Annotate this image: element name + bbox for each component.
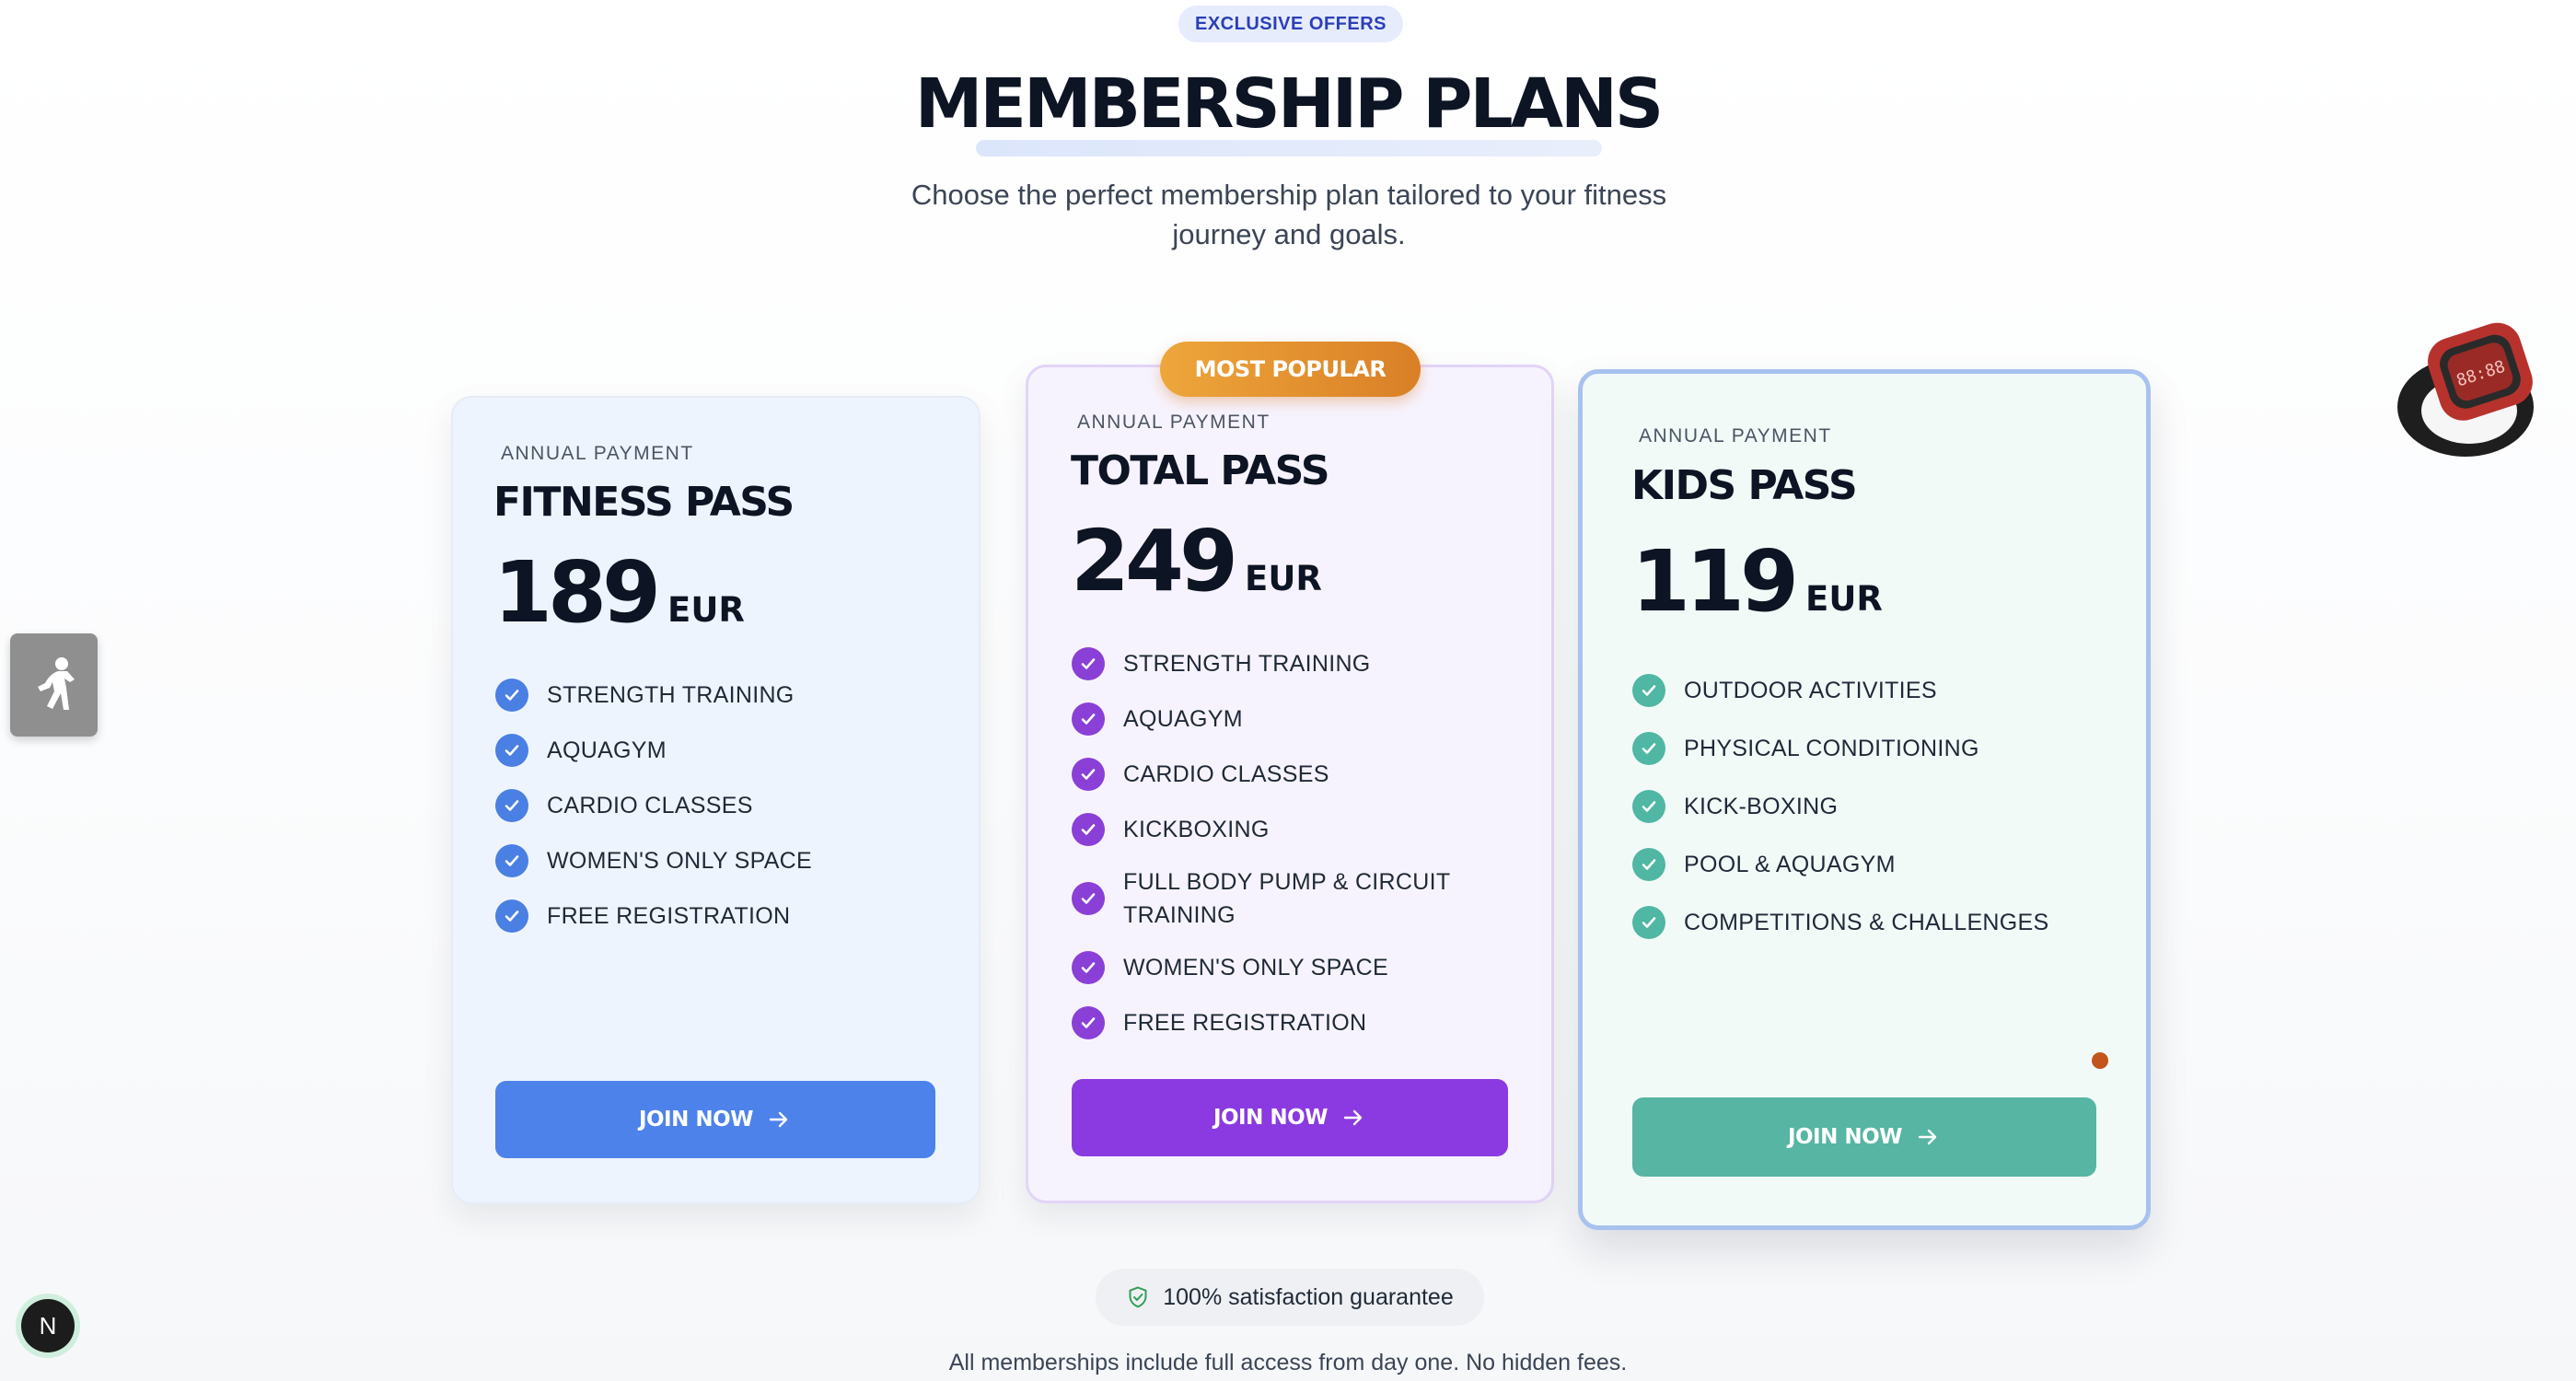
price-currency: EUR (1245, 559, 1322, 598)
feature-item: CARDIO CLASSES (1072, 747, 1495, 802)
join-now-label: JOIN NOW (1213, 1106, 1329, 1130)
plan-price: 119 EUR (1631, 532, 1883, 631)
feature-label: AQUAGYM (547, 737, 667, 763)
plan-kicker: ANNUAL PAYMENT (1077, 412, 1271, 433)
shield-check-icon (1129, 1286, 1147, 1308)
feature-label: KICKBOXING (1123, 817, 1270, 842)
feature-list: STRENGTH TRAINING AQUAGYM CARDIO CLASSES… (495, 667, 812, 944)
feature-item: POOL & AQUAGYM (1632, 835, 2048, 893)
feature-label: FREE REGISTRATION (547, 903, 791, 929)
feature-item: PHYSICAL CONDITIONING (1632, 719, 2048, 777)
check-icon (1632, 731, 1665, 765)
price-amount: 189 (493, 543, 661, 642)
guarantee-label: 100% satisfaction guarantee (1163, 1283, 1454, 1310)
join-now-button-total[interactable]: JOIN NOW (1072, 1079, 1508, 1156)
arrow-right-icon (1343, 1109, 1363, 1126)
feature-label: CARDIO CLASSES (1123, 761, 1329, 787)
membership-page: EXCLUSIVE OFFERS MEMBERSHIP PLANS Choose… (0, 0, 2576, 1381)
check-icon (1072, 813, 1105, 846)
check-icon (1072, 702, 1105, 736)
check-icon (1632, 847, 1665, 881)
check-icon (495, 844, 528, 877)
feature-item: COMPETITIONS & CHALLENGES (1632, 893, 2048, 951)
join-now-button-kids[interactable]: JOIN NOW (1632, 1097, 2096, 1177)
check-icon (495, 734, 528, 767)
check-icon (1072, 882, 1105, 915)
plan-kicker: ANNUAL PAYMENT (1639, 425, 1832, 447)
feature-label: FREE REGISTRATION (1123, 1010, 1367, 1036)
arrow-right-icon (1918, 1129, 1937, 1145)
dev-tools-badge[interactable]: N (21, 1299, 75, 1352)
feature-label: CARDIO CLASSES (547, 793, 753, 818)
feature-item: KICK-BOXING (1632, 777, 2048, 835)
join-now-label: JOIN NOW (1787, 1125, 1903, 1149)
price-currency: EUR (1805, 579, 1883, 619)
price-amount: 119 (1631, 532, 1799, 631)
footnote: All memberships include full access from… (948, 1350, 1628, 1375)
feature-item: STRENGTH TRAINING (1072, 636, 1495, 691)
feature-label: STRENGTH TRAINING (1123, 651, 1371, 677)
feature-label: FULL BODY PUMP & CIRCUIT TRAINING (1123, 869, 1450, 928)
check-icon (1632, 673, 1665, 707)
feature-item: CARDIO CLASSES (495, 778, 812, 833)
check-icon (495, 899, 528, 933)
feature-label: COMPETITIONS & CHALLENGES (1684, 909, 2049, 935)
check-icon (1072, 758, 1105, 791)
feature-item: FREE REGISTRATION (1072, 995, 1495, 1050)
check-icon (1632, 905, 1665, 939)
feature-item: WOMEN'S ONLY SPACE (1072, 940, 1495, 995)
check-icon (1072, 1006, 1105, 1039)
side-tab-button[interactable] (10, 633, 98, 737)
plan-name: TOTAL PASS (1071, 447, 1330, 494)
satisfaction-guarantee: 100% satisfaction guarantee (1096, 1269, 1484, 1326)
check-icon (495, 679, 528, 712)
feature-item: OUTDOOR ACTIVITIES (1632, 661, 2048, 719)
feature-label: POOL & AQUAGYM (1684, 851, 1896, 877)
plan-price: 189 EUR (493, 543, 745, 642)
smartwatch-icon: 88:88 (2397, 322, 2534, 457)
page-subtitle: Choose the perfect membership plan tailo… (911, 179, 1667, 250)
check-icon (1072, 951, 1105, 984)
most-popular-badge: MOST POPULAR (1160, 342, 1421, 397)
check-icon (1632, 789, 1665, 823)
feature-label: PHYSICAL CONDITIONING (1684, 735, 1979, 761)
join-now-button-fitness[interactable]: JOIN NOW (495, 1081, 935, 1158)
feature-item: FREE REGISTRATION (495, 888, 812, 944)
join-now-label: JOIN NOW (638, 1108, 754, 1131)
plan-name: KIDS PASS (1631, 462, 1858, 509)
feature-label: WOMEN'S ONLY SPACE (1123, 955, 1389, 981)
feature-label: AQUAGYM (1123, 706, 1243, 732)
exclusive-offers-badge: EXCLUSIVE OFFERS (1178, 6, 1403, 42)
indicator-dot (2092, 1052, 2108, 1069)
check-icon (495, 789, 528, 822)
feature-item: KICKBOXING (1072, 802, 1495, 857)
price-currency: EUR (667, 590, 745, 630)
page-title: MEMBERSHIP PLANS (914, 64, 1664, 144)
arrow-right-icon (769, 1111, 788, 1128)
feature-list: STRENGTH TRAINING AQUAGYM CARDIO CLASSES… (1072, 636, 1495, 1050)
feature-label: WOMEN'S ONLY SPACE (547, 848, 813, 874)
feature-item: AQUAGYM (1072, 691, 1495, 747)
plan-name: FITNESS PASS (493, 479, 795, 526)
feature-label: STRENGTH TRAINING (547, 682, 795, 708)
feature-item: WOMEN'S ONLY SPACE (495, 833, 812, 888)
feature-item: STRENGTH TRAINING (495, 667, 812, 723)
athlete-icon (37, 657, 75, 710)
feature-label: KICK-BOXING (1684, 793, 1839, 819)
check-icon (1072, 647, 1105, 680)
feature-label: OUTDOOR ACTIVITIES (1684, 677, 1937, 703)
feature-list: OUTDOOR ACTIVITIES PHYSICAL CONDITIONING… (1632, 661, 2048, 951)
plan-price: 249 EUR (1071, 512, 1322, 610)
feature-item: FULL BODY PUMP & CIRCUIT TRAINING (1072, 857, 1495, 940)
feature-item: AQUAGYM (495, 723, 812, 778)
plan-kicker: ANNUAL PAYMENT (501, 443, 694, 464)
price-amount: 249 (1071, 512, 1238, 610)
